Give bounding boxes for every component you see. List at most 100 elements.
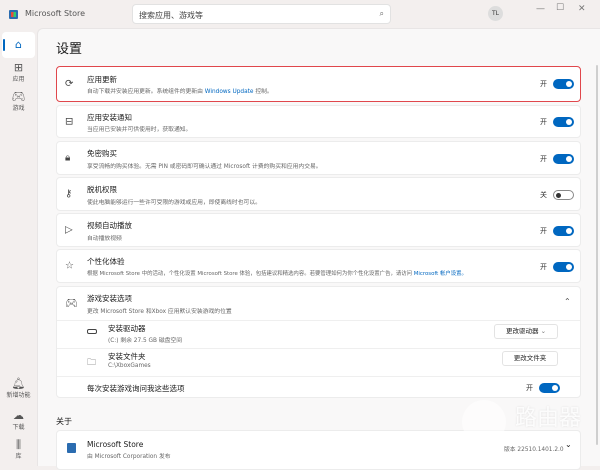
folder-icon: 🗀 <box>87 358 97 368</box>
page-title: 设置 <box>56 42 83 57</box>
personalization-toggle[interactable] <box>553 262 574 272</box>
home-icon: ⌂ <box>15 38 22 51</box>
video-autoplay-toggle[interactable] <box>553 226 574 236</box>
setting-personalized-experience: ☆ 个性化体验 根据 Microsoft Store 中的活动，个性化设置 Mi… <box>56 249 581 283</box>
about-store-card[interactable]: Microsoft Store 由 Microsoft Corporation … <box>56 430 581 470</box>
button-label: 更改文件夹 <box>513 354 547 362</box>
setting-title: 免密购买 <box>87 149 117 158</box>
about-publisher: 由 Microsoft Corporation 发布 <box>87 454 171 460</box>
sparkle-icon: ☆ <box>65 260 74 272</box>
toggle-label: 开 <box>540 263 547 271</box>
setting-desc: 根据 Microsoft Store 中的活动，个性化设置 Microsoft … <box>87 269 467 277</box>
nav-label: 下载 <box>12 424 25 431</box>
folder-desc: C:\XboxGames <box>108 363 151 369</box>
chevron-down-icon: ⌄ <box>540 327 547 335</box>
title-bar: Microsoft Store 搜索应用、游戏等 ⌕ TL — ☐ ✕ <box>0 0 600 28</box>
setting-install-notifications: ⊟ 应用安装通知 当应用已安装并可供使用时，获取通知。 开 <box>56 105 581 138</box>
toggle-label: 关 <box>540 191 547 199</box>
setting-title: 脱机权限 <box>87 185 117 194</box>
chevron-down-icon[interactable]: ⌄ <box>565 440 572 449</box>
watermark-lock-icon <box>462 400 506 444</box>
drive-desc: (C:) 剩余 27.5 GB 磁盘空间 <box>108 338 183 344</box>
sidebar-item-games[interactable]: 🎮︎ 游戏 <box>2 90 35 112</box>
nav-label: 新增功能 <box>6 392 31 399</box>
passwordless-toggle[interactable] <box>553 154 574 164</box>
minimize-button[interactable]: — <box>536 4 545 14</box>
windows-update-link[interactable]: Windows Update <box>205 89 254 95</box>
setting-desc: 自动下载并安装应用更新。系统组件的更新由 Windows Update 控制。 <box>87 86 273 95</box>
apps-icon: ⊞ <box>13 61 24 74</box>
setting-title: 游戏安装选项 <box>87 294 132 303</box>
setting-title: 个性化体验 <box>87 257 125 266</box>
button-label: 更改驱动器 <box>505 327 539 335</box>
store-logo-icon <box>67 443 76 453</box>
library-icon: ⫼ <box>15 438 22 451</box>
toggle-label: 开 <box>540 227 547 235</box>
gamepad-icon: 🎮︎ <box>65 298 78 309</box>
nav-label: 游戏 <box>12 105 25 112</box>
app-updates-toggle[interactable] <box>553 79 574 89</box>
setting-title: 应用安装通知 <box>87 113 132 122</box>
bell-icon: 🔔︎ <box>11 377 26 390</box>
about-heading: 关于 <box>56 417 72 426</box>
setting-app-updates: ⟳ 应用更新 自动下载并安装应用更新。系统组件的更新由 Windows Upda… <box>56 66 581 102</box>
chevron-up-icon[interactable]: ⌃ <box>564 297 571 306</box>
toggle-label: 开 <box>540 155 547 163</box>
nav-label: 应用 <box>12 76 25 83</box>
drive-icon <box>87 329 97 334</box>
folder-title: 安装文件夹 <box>108 352 146 361</box>
ask-title: 每次安装游戏询问我这些选项 <box>87 384 185 393</box>
toggle-label: 开 <box>540 118 547 126</box>
sidebar-item-home[interactable]: ⌂ <box>2 32 35 58</box>
setting-title: 应用更新 <box>87 75 117 84</box>
app-title: Microsoft Store <box>25 9 86 18</box>
key-icon: ⚷ <box>65 188 73 200</box>
about-app-name: Microsoft Store <box>87 440 144 449</box>
desc-text: 根据 Microsoft Store 中的活动，个性化设置 Microsoft … <box>87 271 414 277</box>
watermark-url: luyouqi.com <box>514 437 563 446</box>
offline-permissions-toggle[interactable] <box>553 190 574 200</box>
store-logo-icon <box>9 10 18 19</box>
drive-title: 安装驱动器 <box>108 324 146 333</box>
game-install-options: 🎮︎ 游戏安装选项 更改 Microsoft Store 和Xbox 应用默认安… <box>56 286 581 398</box>
lock-icon: 🔒︎ <box>65 152 71 164</box>
desc-text: 自动下载并安装应用更新。系统组件的更新由 <box>87 89 205 95</box>
sidebar-item-downloads[interactable]: ☁ 下载 <box>2 409 35 431</box>
avatar[interactable]: TL <box>488 6 503 21</box>
account-settings-link[interactable]: Microsoft 帐户设置。 <box>414 271 467 277</box>
setting-desc: 自动播放视频 <box>87 236 122 242</box>
sidebar-item-library[interactable]: ⫼ 库 <box>2 438 35 460</box>
nav-label: 库 <box>15 453 22 460</box>
toggle-label: 开 <box>526 384 533 392</box>
desc-text-end: 控制。 <box>253 89 273 95</box>
setting-desc: 更改 Microsoft Store 和Xbox 应用默认安装游戏的位置 <box>87 309 232 315</box>
gamepad-icon: 🎮︎ <box>11 90 26 103</box>
ask-options-toggle[interactable] <box>539 383 560 393</box>
setting-desc: 享受流畅的购买体验。无需 PIN 或密码即可确认通过 Microsoft 计费的… <box>87 164 322 170</box>
close-button[interactable]: ✕ <box>578 4 586 14</box>
sidebar-item-apps[interactable]: ⊞ 应用 <box>2 61 35 83</box>
watermark-text: 路由器 <box>515 406 582 431</box>
play-icon: ▷ <box>65 224 73 236</box>
maximize-button[interactable]: ☐ <box>556 3 564 13</box>
setting-offline-permissions: ⚷ 脱机权限 使此电脑能够运行一些许可受限的游戏或应用，即使离线时也可以。 关 <box>56 177 581 211</box>
setting-video-autoplay: ▷ 视频自动播放 自动播放视频 开 <box>56 213 581 247</box>
game-options-header[interactable]: 🎮︎ 游戏安装选项 更改 Microsoft Store 和Xbox 应用默认安… <box>57 287 580 320</box>
search-placeholder: 搜索应用、游戏等 <box>139 11 203 20</box>
scrollbar[interactable] <box>596 65 598 445</box>
refresh-icon: ⟳ <box>65 78 74 90</box>
search-input[interactable]: 搜索应用、游戏等 ⌕ <box>132 4 391 24</box>
setting-desc: 使此电脑能够运行一些许可受限的游戏或应用，即使离线时也可以。 <box>87 200 261 206</box>
change-folder-button[interactable]: 更改文件夹 <box>502 351 558 366</box>
download-icon: ☁ <box>13 409 24 422</box>
sidebar: ⌂ ⊞ 应用 🎮︎ 游戏 🔔︎ 新增功能 ☁ 下载 ⫼ 库 <box>0 28 37 466</box>
install-notifications-toggle[interactable] <box>553 117 574 127</box>
setting-passwordless-purchase: 🔒︎ 免密购买 享受流畅的购买体验。无需 PIN 或密码即可确认通过 Micro… <box>56 141 581 175</box>
change-drive-button[interactable]: 更改驱动器 ⌄ <box>494 324 558 339</box>
toggle-label: 开 <box>540 80 547 88</box>
setting-title: 视频自动播放 <box>87 221 132 230</box>
sidebar-item-whats-new[interactable]: 🔔︎ 新增功能 <box>2 377 35 399</box>
search-icon[interactable]: ⌕ <box>380 9 384 19</box>
notification-icon: ⊟ <box>65 116 74 127</box>
setting-desc: 当应用已安装并可供使用时，获取通知。 <box>87 127 192 133</box>
